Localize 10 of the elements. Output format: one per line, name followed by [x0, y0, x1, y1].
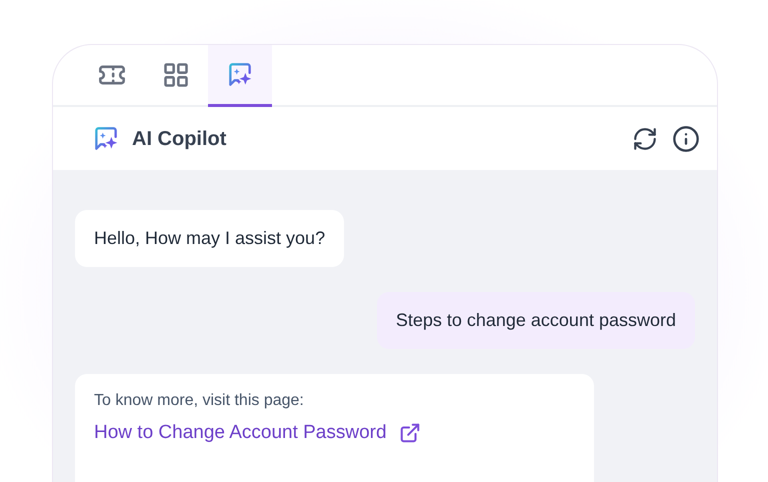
article-link[interactable]: How to Change Account Password	[94, 420, 421, 446]
info-icon[interactable]	[672, 124, 700, 152]
external-link-icon	[398, 422, 421, 444]
panel-title: AI Copilot	[132, 126, 226, 152]
bot-message: Hello, How may I assist you?	[75, 210, 344, 267]
user-message: Steps to change account password	[376, 292, 695, 349]
grid-icon	[162, 60, 190, 88]
tab[interactable]	[208, 45, 272, 107]
message-text: To know more, visit this page:	[94, 391, 305, 411]
refresh-icon[interactable]	[632, 126, 658, 152]
